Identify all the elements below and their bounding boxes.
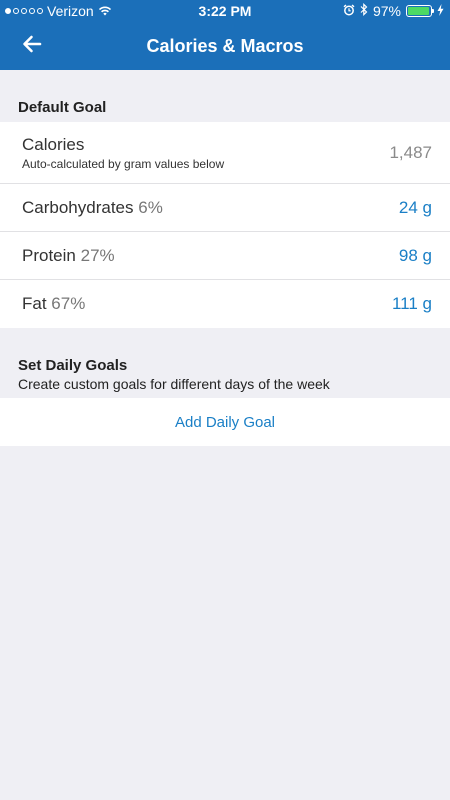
macro-grams-protein[interactable]: 98 g bbox=[399, 246, 432, 266]
macro-label: Fat 67% bbox=[22, 294, 85, 314]
battery-percent: 97% bbox=[372, 3, 401, 19]
default-goal-list: Calories Auto-calculated by gram values … bbox=[0, 122, 450, 328]
macro-grams-carbohydrates[interactable]: 24 g bbox=[399, 198, 432, 218]
add-daily-goal-button[interactable]: Add Daily Goal bbox=[0, 398, 450, 446]
navbar: Calories & Macros bbox=[0, 22, 450, 70]
macro-row-fat[interactable]: Fat 67% 111 g bbox=[0, 280, 450, 328]
daily-goals-subtitle: Create custom goals for different days o… bbox=[18, 376, 330, 392]
macro-row-carbohydrates[interactable]: Carbohydrates 6% 24 g bbox=[0, 184, 450, 232]
daily-goals-title: Set Daily Goals bbox=[18, 357, 128, 374]
status-bar: Verizon 3:22 PM 97% bbox=[0, 0, 450, 22]
daily-goals-header: Set Daily Goals Create custom goals for … bbox=[0, 328, 450, 398]
page-title: Calories & Macros bbox=[146, 35, 304, 56]
charging-icon bbox=[437, 3, 444, 19]
default-goal-header: Default Goal bbox=[0, 70, 450, 122]
macro-name: Fat bbox=[22, 294, 47, 313]
macro-name: Protein bbox=[22, 245, 76, 265]
back-arrow-icon bbox=[22, 35, 42, 58]
calories-label: Calories bbox=[22, 134, 85, 154]
macro-label: Carbohydrates 6% bbox=[22, 198, 163, 218]
battery-icon bbox=[406, 5, 434, 17]
default-goal-title: Default Goal bbox=[18, 99, 107, 116]
macro-percent: 6% bbox=[138, 197, 163, 217]
battery-level bbox=[408, 7, 430, 15]
status-right: 97% bbox=[343, 2, 444, 19]
status-left: Verizon bbox=[5, 3, 112, 19]
calories-sublabel: Auto-calculated by gram values below bbox=[22, 156, 225, 171]
calories-label-block: Calories Auto-calculated by gram values … bbox=[22, 135, 224, 171]
alarm-icon bbox=[343, 3, 355, 19]
calories-row: Calories Auto-calculated by gram values … bbox=[0, 122, 450, 184]
signal-icon bbox=[5, 8, 43, 14]
macro-percent: 27% bbox=[80, 245, 115, 265]
macro-grams-fat[interactable]: 111 g bbox=[392, 294, 432, 314]
macro-label: Protein 27% bbox=[22, 246, 115, 266]
macro-name: Carbohydrates bbox=[22, 197, 134, 217]
calories-value: 1,487 bbox=[389, 142, 432, 162]
app-header: Verizon 3:22 PM 97% Calories & Macros bbox=[0, 0, 450, 70]
bluetooth-icon bbox=[360, 2, 368, 19]
macro-percent: 67% bbox=[51, 294, 86, 313]
back-button[interactable] bbox=[18, 32, 46, 60]
macro-row-protein[interactable]: Protein 27% 98 g bbox=[0, 232, 450, 280]
wifi-icon bbox=[98, 3, 112, 19]
carrier-name: Verizon bbox=[47, 3, 94, 19]
